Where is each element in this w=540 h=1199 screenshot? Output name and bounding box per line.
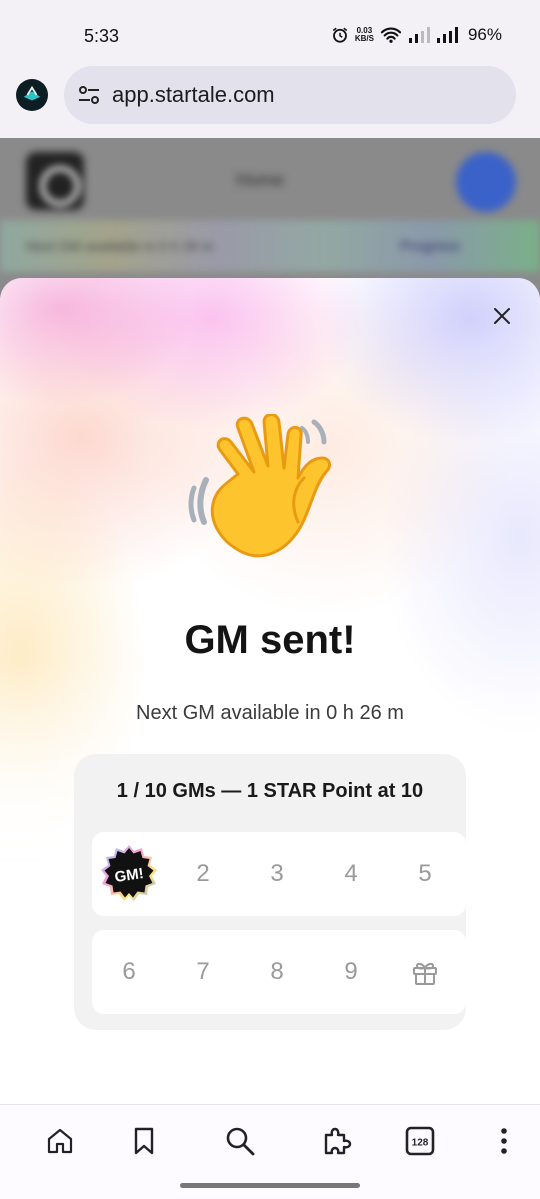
status-icons: 0.03 KB/S 96% bbox=[331, 25, 502, 45]
signal-icon-1 bbox=[408, 27, 430, 43]
status-bar: 5:33 0.03 KB/S 96% bbox=[0, 0, 540, 66]
gm-slot-10 bbox=[388, 930, 462, 1014]
close-button[interactable] bbox=[488, 302, 516, 330]
gm-slot-2: 2 bbox=[196, 860, 210, 887]
startale-logo-icon bbox=[23, 85, 41, 101]
signal-icon-2 bbox=[436, 27, 458, 43]
page-title: Home bbox=[236, 170, 285, 190]
gm-slot-4: 4 bbox=[344, 860, 358, 887]
more-vert-icon bbox=[501, 1128, 507, 1154]
browser-toolbar: app.startale.com bbox=[0, 66, 540, 138]
extensions-button[interactable] bbox=[318, 1123, 354, 1159]
gesture-handle[interactable] bbox=[180, 1183, 360, 1188]
next-gm-countdown: Next GM available in 0 h 26 m bbox=[136, 702, 404, 724]
gm-slot-3: 3 bbox=[270, 860, 284, 887]
site-favicon[interactable] bbox=[16, 79, 48, 111]
close-icon bbox=[494, 308, 510, 324]
puzzle-icon bbox=[324, 1127, 352, 1155]
battery-level: 96% bbox=[467, 25, 502, 44]
search-icon bbox=[226, 1127, 255, 1156]
tabs-icon: 128 bbox=[405, 1126, 435, 1156]
info-strip-link: Progress bbox=[400, 238, 461, 255]
app-logo bbox=[26, 152, 84, 210]
gm-progress-card: 1 / 10 GMs — 1 STAR Point at 10 GM! 2 3 … bbox=[74, 754, 466, 1030]
home-icon bbox=[47, 1128, 73, 1154]
avatar bbox=[456, 152, 516, 212]
gift-icon bbox=[413, 962, 437, 985]
waving-hand-icon bbox=[188, 414, 331, 558]
home-button[interactable] bbox=[42, 1123, 78, 1159]
gm-progress-row: GM! 2 3 4 5 bbox=[92, 832, 466, 916]
network-speed: 0.03 KB/S bbox=[355, 27, 374, 43]
alarm-icon bbox=[332, 27, 348, 43]
gm-slot-1: GM! bbox=[92, 832, 166, 916]
gm-badge-icon: GM! bbox=[101, 845, 157, 901]
status-time: 5:33 bbox=[84, 26, 120, 46]
tab-switcher-button[interactable]: 128 bbox=[402, 1123, 438, 1159]
search-button[interactable] bbox=[222, 1123, 258, 1159]
wifi-icon bbox=[380, 27, 402, 43]
tab-count: 128 bbox=[412, 1138, 429, 1149]
site-settings-icon[interactable] bbox=[76, 82, 102, 108]
gm-progress-row: 6 7 8 9 bbox=[92, 930, 466, 1014]
menu-button[interactable] bbox=[486, 1123, 522, 1159]
gm-progress-title: 1 / 10 GMs — 1 STAR Point at 10 bbox=[116, 780, 424, 802]
bookmark-icon bbox=[134, 1127, 154, 1155]
browser-bottom-bar: 128 bbox=[0, 1104, 540, 1176]
info-strip-text: Next GM available in 0 h 26 m bbox=[26, 238, 214, 254]
gm-slot-7: 7 bbox=[196, 958, 210, 985]
gm-slot-8: 8 bbox=[270, 958, 284, 985]
gm-slot-9: 9 bbox=[344, 958, 358, 985]
gm-slot-5: 5 bbox=[418, 860, 432, 887]
gm-slot-6: 6 bbox=[122, 958, 136, 985]
gm-sent-sheet: GM sent! Next GM available in 0 h 26 m 1… bbox=[0, 278, 540, 1104]
bookmark-button[interactable] bbox=[126, 1123, 162, 1159]
gesture-area bbox=[0, 1176, 540, 1199]
url-text[interactable]: app.startale.com bbox=[112, 82, 275, 108]
url-bar[interactable]: app.startale.com bbox=[64, 66, 516, 124]
sheet-title: GM sent! bbox=[184, 618, 356, 662]
network-speed-unit: KB/S bbox=[354, 34, 374, 43]
background-page: Home Next GM available in 0 h 26 m Progr… bbox=[0, 138, 540, 298]
